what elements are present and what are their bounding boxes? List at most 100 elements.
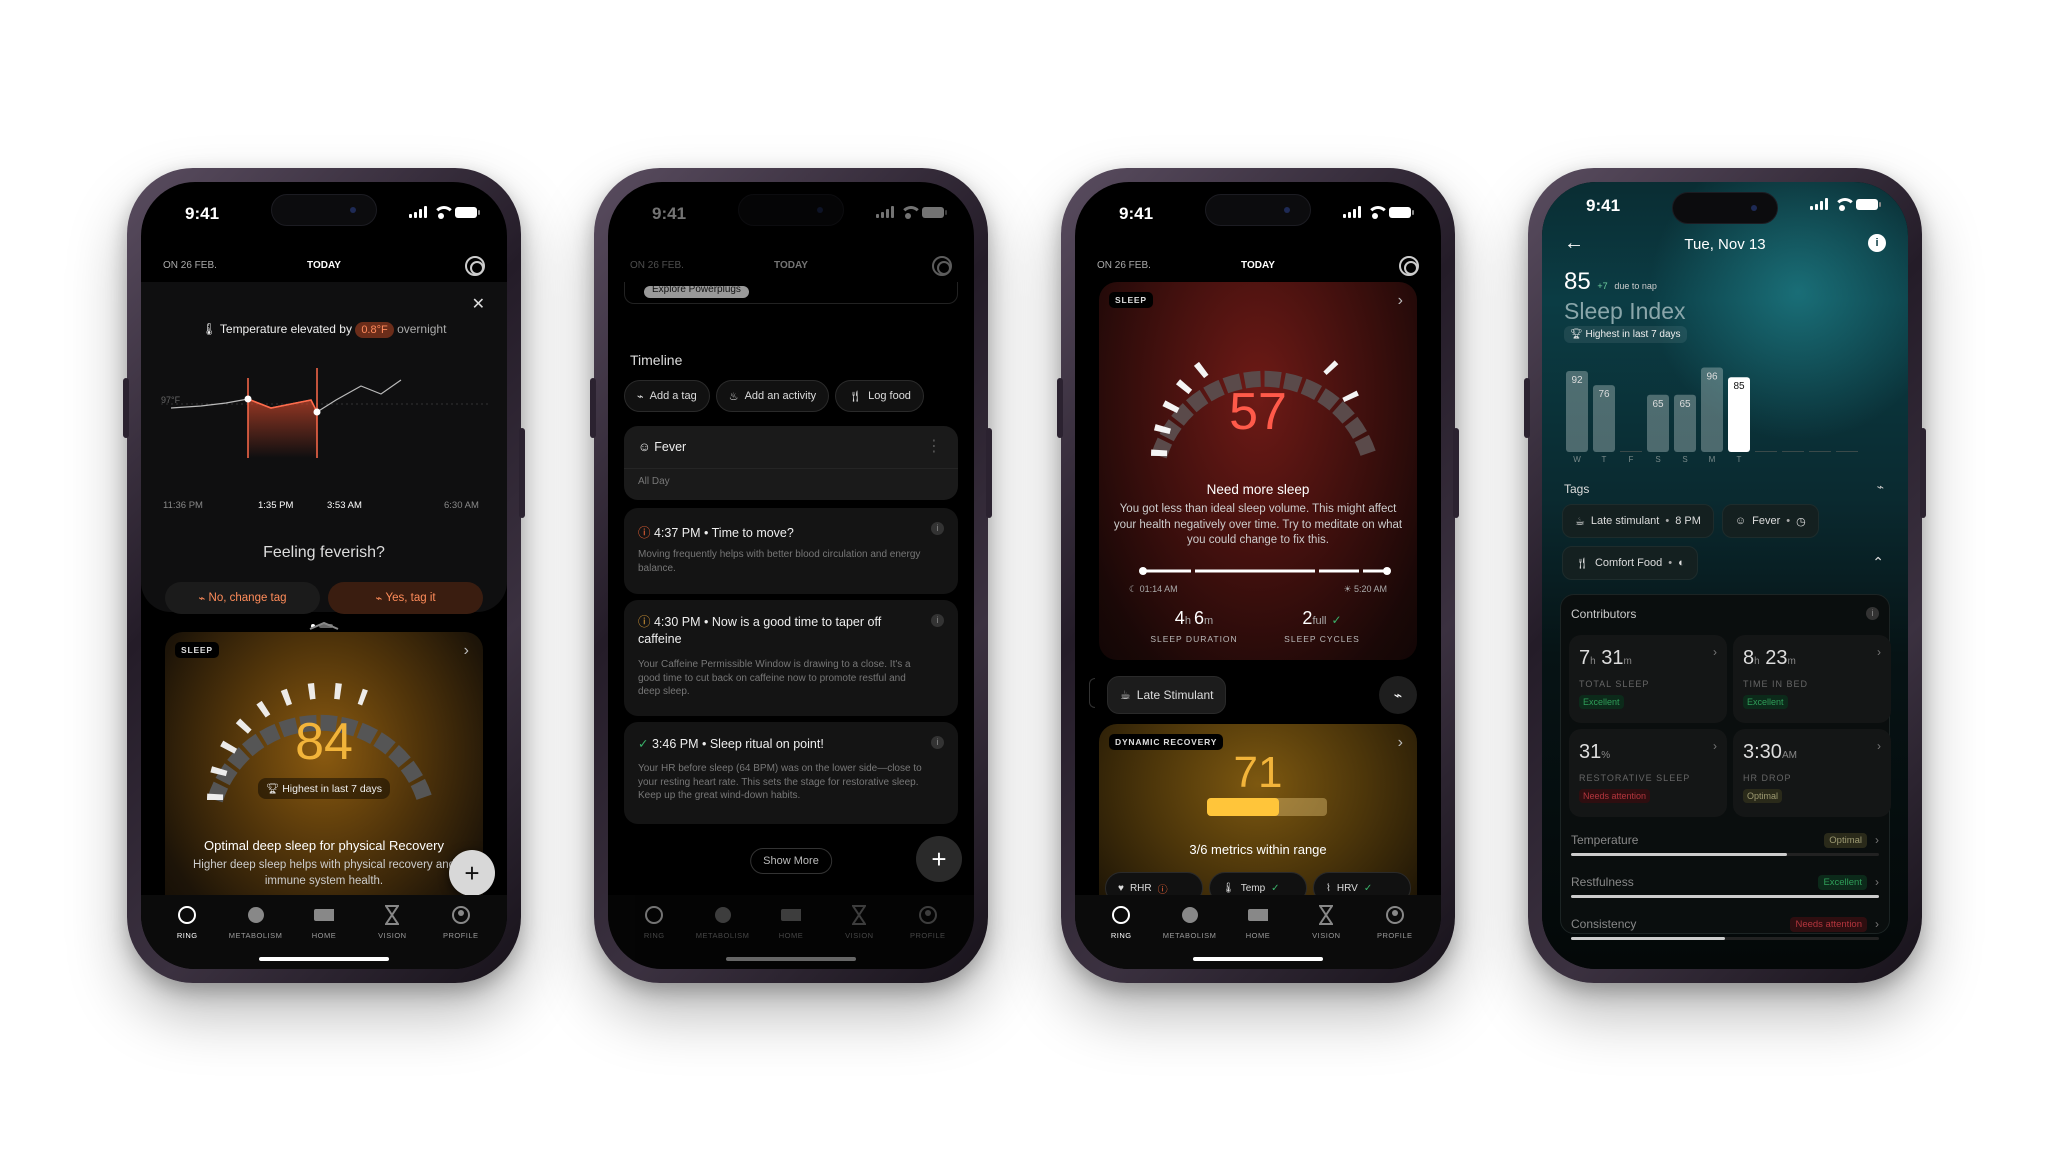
home-indicator[interactable]: [726, 957, 856, 961]
info-icon[interactable]: i: [931, 522, 944, 535]
ring-icon: [644, 905, 664, 925]
alert-icon: ⓘ: [638, 615, 654, 629]
sleep-body: You got less than ideal sleep volume. Th…: [1113, 503, 1403, 547]
sleep-card[interactable]: SLEEP › 57 Need more sleep You got less …: [1099, 282, 1417, 660]
tile-hr-drop[interactable]: 3:30AM › HR DROP Optimal: [1733, 729, 1891, 817]
tile-time-in-bed[interactable]: 8h 23m › TIME IN BED Excellent: [1733, 635, 1891, 723]
sleep-card[interactable]: SLEEP › 84 🏆︎ Highest in last 7 days Opt…: [165, 632, 483, 932]
tab-profile[interactable]: PROFILE: [431, 905, 491, 969]
drag-handle-icon[interactable]: [308, 618, 340, 630]
today-label[interactable]: TODAY: [307, 260, 341, 271]
status-time: 9:41: [652, 204, 687, 223]
recovery-text: 3/6 metrics within range: [1189, 842, 1327, 857]
chevron-right-icon[interactable]: ›: [1398, 292, 1403, 310]
yes-tag-it-button[interactable]: ⌁ Yes, tag it: [328, 582, 483, 614]
bar-value-5: 96: [1706, 372, 1718, 383]
prev-date[interactable]: ON 26 FEB.: [1097, 260, 1151, 271]
explore-powerplugs-button[interactable]: Explore Powerplugs: [644, 286, 749, 298]
highest-pill: 🏆︎ Highest in last 7 days: [1564, 326, 1687, 343]
info-icon[interactable]: i: [931, 614, 944, 627]
tab-ring[interactable]: RING: [624, 905, 684, 969]
fever-tag-card[interactable]: ☺︎ Fever ⋮ All Day: [624, 426, 958, 500]
today-label[interactable]: TODAY: [774, 260, 808, 271]
add-tag-button[interactable]: ⌁: [1379, 676, 1417, 714]
axis-label-1: 11:36 PM: [163, 500, 203, 511]
tile-status: Excellent: [1743, 695, 1788, 709]
category-label-0: W: [1573, 455, 1581, 464]
tab-ring[interactable]: RING: [157, 905, 217, 969]
prev-date[interactable]: ON 26 FEB.: [163, 260, 217, 271]
chevron-right-icon: ›: [1875, 917, 1879, 931]
metric-restfulness[interactable]: Restfulness Excellent ›: [1571, 875, 1879, 898]
profile-icon: [451, 905, 471, 925]
wifi-icon: [1367, 206, 1389, 219]
info-icon[interactable]: i: [931, 736, 944, 749]
metric-bar: [1571, 895, 1879, 898]
tag-icon: ⌁: [198, 593, 209, 605]
tile-label: TOTAL SLEEP: [1579, 679, 1650, 689]
home-indicator[interactable]: [1193, 957, 1323, 961]
add-button[interactable]: +: [449, 850, 495, 896]
timeline-item-caffeine[interactable]: ⓘ 4:30 PM • Now is a good time to taper …: [624, 600, 958, 716]
today-label[interactable]: TODAY: [1241, 260, 1275, 271]
check-icon: ✓: [638, 737, 652, 751]
tab-profile[interactable]: PROFILE: [898, 905, 958, 969]
tag-fever[interactable]: ☺︎ Fever • ◷: [1721, 504, 1819, 538]
status-bar: 9:41: [608, 182, 974, 238]
dynamic-island: [1205, 194, 1311, 226]
late-stimulant-chip[interactable]: ☕︎ Late Stimulant: [1107, 676, 1227, 714]
status-time: 9:41: [1119, 204, 1154, 223]
sleep-score: 84: [295, 713, 353, 771]
chevron-up-icon[interactable]: ⌃: [1872, 554, 1884, 571]
metric-consistency[interactable]: Consistency Needs attention ›: [1571, 917, 1879, 940]
tile-total-sleep[interactable]: 7h 31m › TOTAL SLEEP Excellent: [1569, 635, 1727, 723]
empty-day-mark: [1836, 451, 1858, 452]
tab-ring[interactable]: RING: [1091, 905, 1151, 969]
tag-comfort-food[interactable]: 🍴︎ Comfort Food • ◐: [1562, 546, 1698, 580]
check-icon: ✓: [1363, 882, 1373, 894]
chart-marker-start: [244, 395, 252, 403]
prev-date[interactable]: ON 26 FEB.: [630, 260, 684, 271]
ring-status-icon[interactable]: [932, 256, 952, 276]
home-icon: [1247, 905, 1268, 925]
close-icon[interactable]: ✕: [472, 294, 485, 314]
sleep-body: Higher deep sleep helps with physical re…: [192, 859, 456, 887]
signal-icon: [1343, 206, 1361, 218]
signal-icon: [876, 206, 894, 218]
ring-status-icon[interactable]: [465, 256, 485, 276]
dynamic-recovery-card[interactable]: DYNAMIC RECOVERY › 71 3/6 metrics within…: [1099, 724, 1417, 924]
show-more-button[interactable]: Show More: [750, 848, 832, 874]
empty-day-mark: [1782, 451, 1804, 452]
ring-status-icon[interactable]: [1399, 256, 1419, 276]
info-icon[interactable]: i: [1868, 234, 1886, 252]
recovery-score: 71: [1233, 748, 1283, 797]
timeline-item-move[interactable]: ⓘ 4:37 PM • Time to move? i Moving frequ…: [624, 508, 958, 594]
hourglass-icon: [849, 905, 869, 925]
log-food-chip[interactable]: 🍴︎ Log food: [835, 380, 924, 412]
home-indicator[interactable]: [259, 957, 389, 961]
tile-restorative-sleep[interactable]: 31% › RESTORATIVE SLEEP Needs attention: [1569, 729, 1727, 817]
add-tag-chip[interactable]: ⌁ Add a tag: [624, 380, 710, 412]
temperature-card: ON 26 FEB. TODAY ✕ 🌡︎ Temperature elevat…: [141, 256, 507, 628]
add-tag-icon[interactable]: ⌁: [1877, 480, 1884, 494]
metric-temperature[interactable]: Temperature Optimal ›: [1571, 833, 1879, 856]
dynamic-island: [738, 194, 844, 226]
wifi-icon: [1834, 198, 1856, 211]
chevron-right-icon[interactable]: ›: [464, 642, 469, 660]
flame-icon: ♨︎: [728, 390, 739, 403]
phone-temperature: 9:41 ON 26 FEB. TODAY ✕ 🌡︎ Temperature e…: [123, 168, 525, 983]
hourglass-icon: [1316, 905, 1336, 925]
tag-late-stimulant[interactable]: ☕︎ Late stimulant • 8 PM: [1562, 504, 1714, 538]
axis-label-4: 6:30 AM: [444, 500, 479, 511]
more-icon[interactable]: ⋮: [926, 436, 942, 456]
add-button[interactable]: +: [916, 836, 962, 882]
tab-profile[interactable]: PROFILE: [1365, 905, 1425, 969]
temp-value-pill: 0.8°F: [355, 322, 394, 338]
no-change-tag-button[interactable]: ⌁ No, change tag: [165, 582, 320, 614]
timeline-item-ritual[interactable]: ✓ 3:46 PM • Sleep ritual on point! i You…: [624, 722, 958, 824]
thermometer-icon: 🌡︎: [1222, 882, 1235, 894]
add-activity-chip[interactable]: ♨︎ Add an activity: [715, 380, 830, 412]
fever-title: ☺︎ Fever: [638, 440, 687, 454]
info-icon[interactable]: i: [1866, 607, 1879, 620]
sleep-index-score: 85 +7 due to nap: [1564, 268, 1657, 295]
